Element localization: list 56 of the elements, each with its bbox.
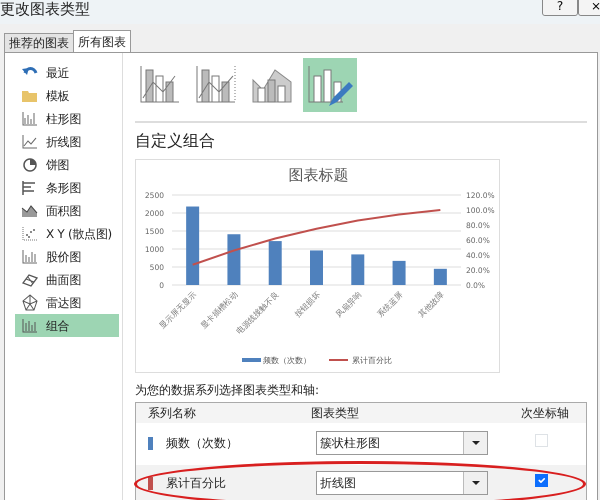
combo-chart-icon — [21, 317, 38, 334]
bar — [351, 254, 364, 285]
series-name: 累计百分比 — [166, 475, 227, 492]
tab[interactable]: 推荐的图表 — [4, 33, 74, 52]
sidebar-item[interactable]: 雷达图 — [15, 291, 119, 314]
column-chart-icon — [21, 110, 38, 127]
close-button[interactable]: × — [578, 0, 600, 16]
help-button[interactable]: ? — [542, 0, 578, 16]
dropdown-button[interactable] — [463, 472, 487, 494]
pie-chart-icon — [21, 156, 38, 173]
window-title: 更改图表类型 — [0, 0, 90, 18]
category-label: 系统蓝屏 — [376, 290, 404, 320]
dropdown-button[interactable] — [463, 432, 487, 454]
sidebar-item[interactable]: 面积图 — [15, 199, 119, 222]
chart-subtype-button[interactable] — [303, 58, 357, 112]
sidebar-item[interactable]: 条形图 — [15, 176, 119, 199]
sidebar-item[interactable]: 曲面图 — [15, 268, 119, 291]
sidebar-item[interactable]: X Y (散点图) — [15, 222, 119, 245]
category-label: 显示屏无显示 — [158, 290, 198, 330]
sidebar-item[interactable]: 饼图 — [15, 153, 119, 176]
chart-type-dropdown[interactable]: 折线图 — [316, 471, 488, 495]
category-label: 风扇异响 — [334, 290, 364, 320]
category-label: 按钮损坏 — [292, 290, 322, 320]
legend-label: 累计百分比 — [352, 356, 392, 365]
bar — [434, 268, 447, 285]
column-header: 次坐标轴 — [521, 405, 569, 422]
scatter-chart-icon — [21, 225, 38, 242]
tab[interactable]: 所有图表 — [73, 30, 131, 52]
category-label: 其他故障 — [416, 290, 446, 320]
chart-type-dropdown[interactable]: 簇状柱形图 — [316, 431, 488, 455]
sidebar-item[interactable]: 柱形图 — [15, 107, 119, 130]
sidebar-item[interactable]: 最近 — [15, 61, 119, 84]
column-header: 图表类型 — [311, 405, 360, 422]
sidebar-item[interactable]: 折线图 — [15, 130, 119, 153]
sidebar-item[interactable]: 组合 — [15, 314, 119, 337]
sidebar-item[interactable]: 股价图 — [15, 245, 119, 268]
section-title: 自定义组合 — [135, 130, 216, 152]
bar — [392, 260, 406, 285]
bar — [227, 234, 240, 285]
legend-swatch — [242, 358, 261, 362]
radar-chart-icon — [21, 294, 38, 311]
caret-icon — [472, 441, 480, 445]
bar-chart-icon — [21, 179, 38, 196]
legend-label: 频数（次数） — [263, 356, 311, 365]
series-name: 频数（次数） — [166, 435, 239, 452]
surface-chart-icon — [21, 271, 38, 288]
sidebar-item[interactable]: 模板 — [15, 84, 119, 107]
prompt-label: 为您的数据系列选择图表类型和轴: — [135, 382, 320, 399]
chart-title: 图表标题 — [288, 166, 348, 184]
caret-icon — [472, 481, 480, 485]
line-chart-icon — [21, 133, 38, 150]
checkbox[interactable] — [535, 474, 548, 487]
bar — [268, 241, 282, 285]
column-header: 系列名称 — [147, 405, 197, 422]
bar — [310, 250, 323, 285]
stock-chart-icon — [21, 248, 38, 265]
